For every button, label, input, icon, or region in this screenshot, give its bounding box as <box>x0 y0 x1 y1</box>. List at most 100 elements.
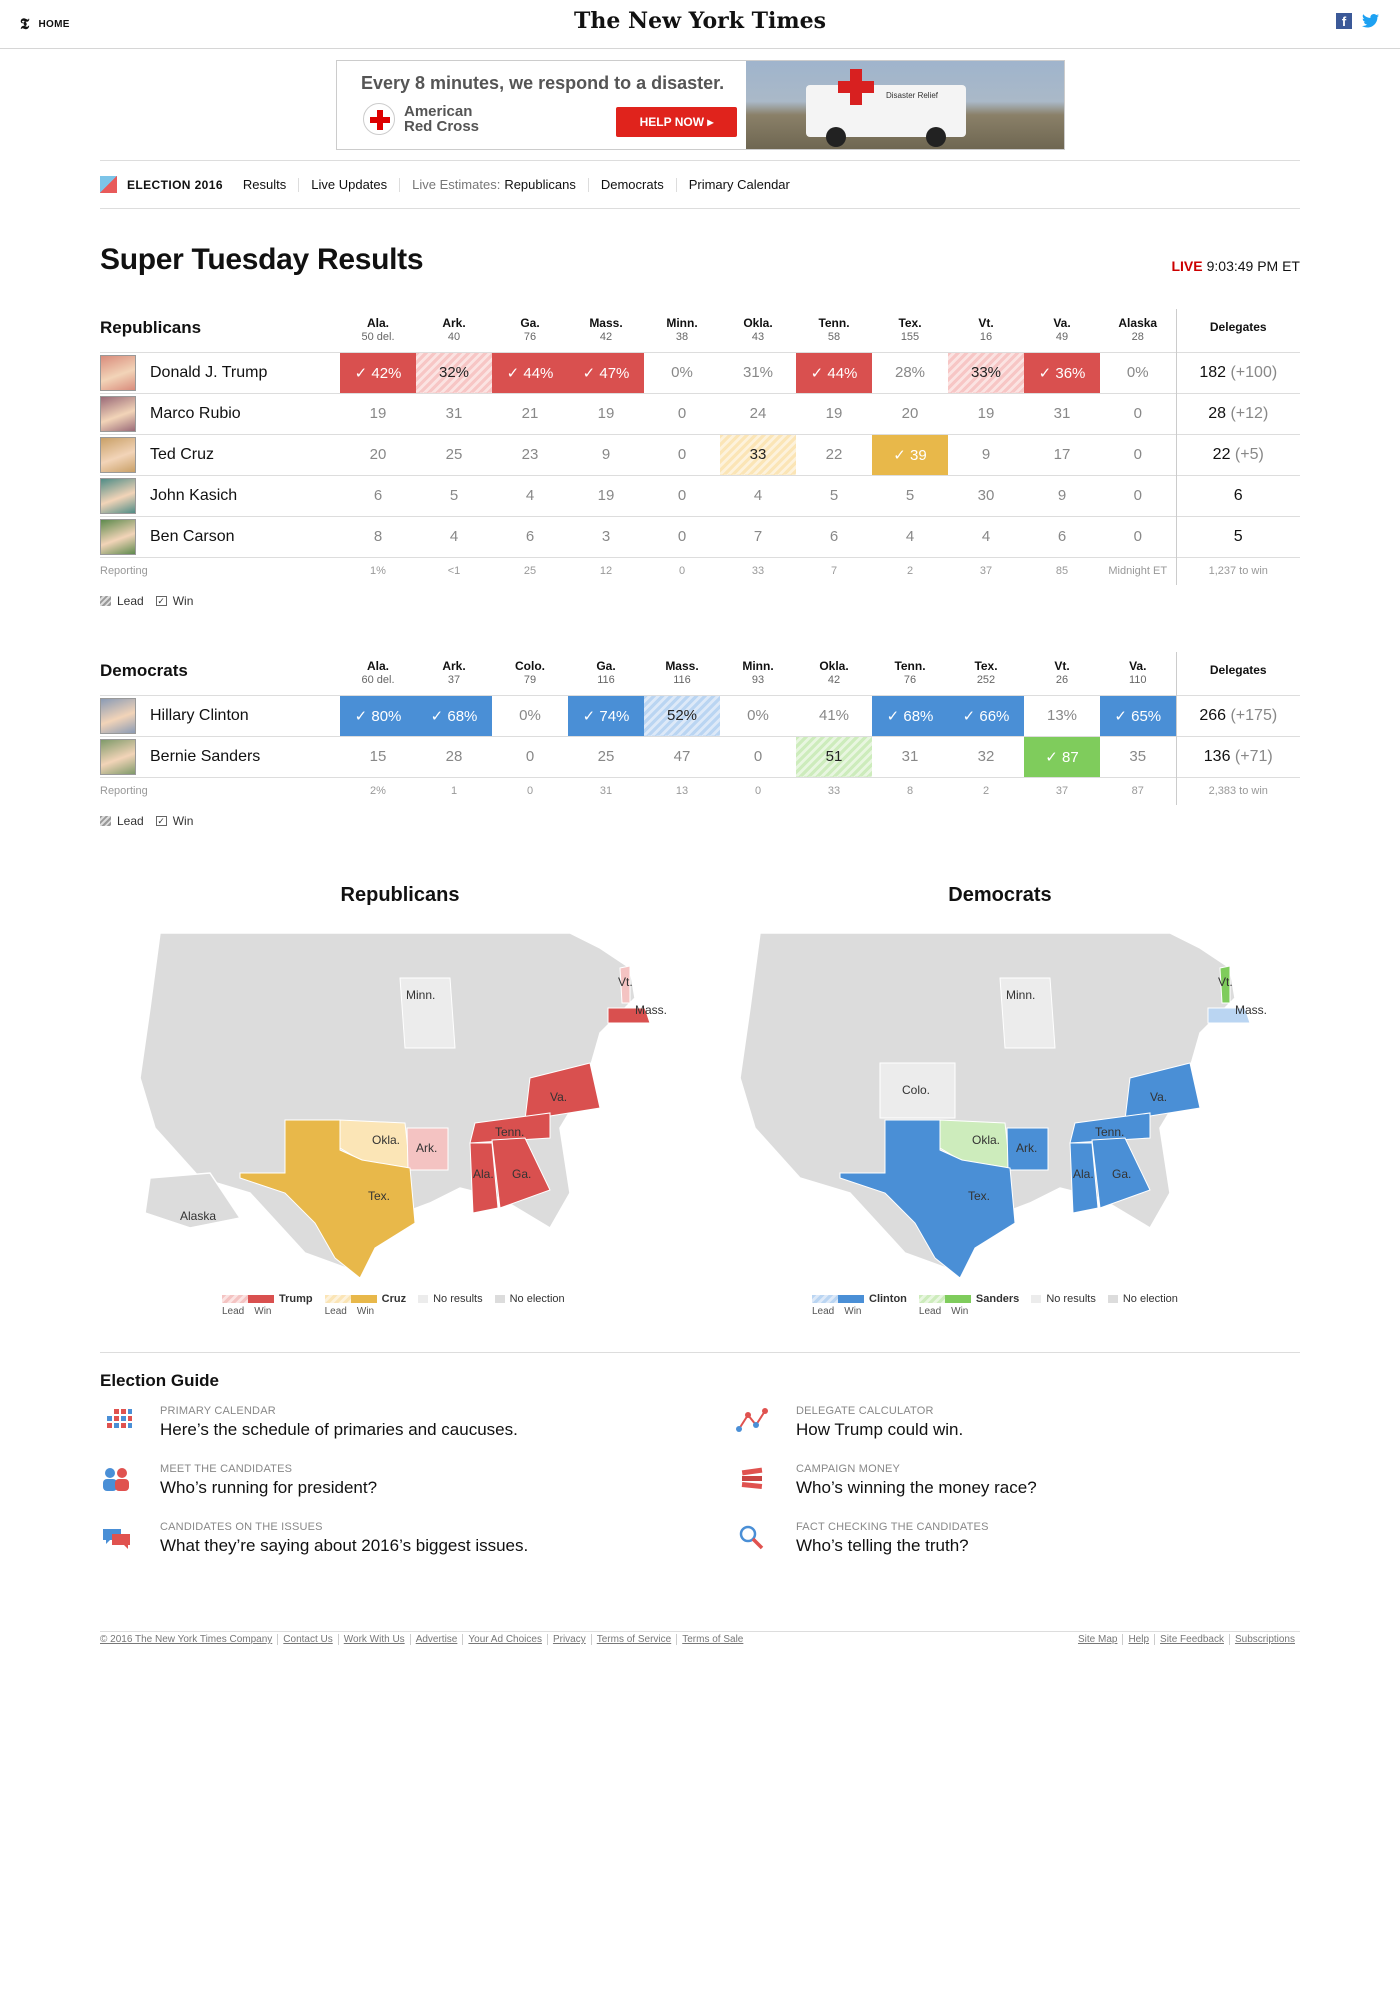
state-name: Tex. <box>974 659 998 674</box>
state-delegates: 26 <box>1055 674 1069 687</box>
footer-link[interactable]: © 2016 The New York Times Company <box>100 1634 277 1645</box>
cruz-legend-name: Cruz <box>381 1293 407 1305</box>
nav-live-updates[interactable]: Live Updates <box>298 177 399 192</box>
ad-photo: Disaster Relief <box>746 61 1064 149</box>
guide-campaign-money[interactable]: CAMPAIGN MONEY Who’s winning the money r… <box>736 1463 1296 1515</box>
state-column-header[interactable]: Tex. 252 <box>948 652 1024 695</box>
state-column-header[interactable]: Vt. 16 <box>948 309 1024 352</box>
state-column-header[interactable]: Alaska 28 <box>1100 309 1176 352</box>
state-delegates: 37 <box>447 674 461 687</box>
footer-link[interactable]: Work With Us <box>337 1634 410 1645</box>
delegates-header: Delegates <box>1175 652 1300 695</box>
guide-item-title[interactable]: Who’s telling the truth? <box>796 1536 969 1556</box>
reporting-value: 8 <box>872 776 948 805</box>
reporting-value: 2 <box>948 776 1024 805</box>
footer-link[interactable]: Terms of Service <box>590 1634 676 1645</box>
state-column-header[interactable]: Ark. 40 <box>416 309 492 352</box>
guide-fact-checking[interactable]: FACT CHECKING THE CANDIDATES Who’s telli… <box>736 1521 1296 1573</box>
red-cross-name-line2: Red Cross <box>404 118 480 135</box>
guide-primary-calendar[interactable]: PRIMARY CALENDAR Here’s the schedule of … <box>100 1405 660 1457</box>
state-column-header[interactable]: Va. 110 <box>1100 652 1176 695</box>
footer-link[interactable]: Site Feedback <box>1154 1634 1229 1645</box>
result-cell: 9 <box>948 433 1024 475</box>
state-column-header[interactable]: Colo. 79 <box>492 652 568 695</box>
guide-meet-candidates[interactable]: MEET THE CANDIDATES Who’s running for pr… <box>100 1463 660 1515</box>
guide-delegate-calculator[interactable]: DELEGATE CALCULATOR How Trump could win. <box>736 1405 1296 1457</box>
state-column-header[interactable]: Minn. 93 <box>720 652 796 695</box>
state-column-header[interactable]: Tenn. 58 <box>796 309 872 352</box>
guide-item-title[interactable]: What they’re saying about 2016’s biggest… <box>160 1536 528 1556</box>
reporting-value: 37 <box>1024 776 1100 805</box>
footer-link[interactable]: Your Ad Choices <box>462 1634 547 1645</box>
result-cell: 28 <box>416 735 492 777</box>
result-cell: 31 <box>872 735 948 777</box>
guide-item-title[interactable]: Who’s winning the money race? <box>796 1478 1037 1498</box>
dem-map-title: Democrats <box>948 884 1052 906</box>
footer-left-links: © 2016 The New York Times Company Contac… <box>100 1634 748 1645</box>
state-column-header[interactable]: Ga. 116 <box>568 652 644 695</box>
state-column-header[interactable]: Okla. 42 <box>796 652 872 695</box>
footer-link[interactable]: Terms of Sale <box>676 1634 748 1645</box>
delegate-count: 182 (+100) <box>1175 351 1300 393</box>
candidate-row: Ben Carson 8 4 6 3 0 7 6 4 4 6 0 5 <box>100 515 1300 557</box>
legend-lead: Lead <box>918 1306 942 1317</box>
state-delegates: 43 <box>751 331 765 344</box>
twitter-icon[interactable] <box>1362 13 1380 29</box>
nyt-logo[interactable]: The New York Times <box>0 8 1400 34</box>
speech-bubbles-icon <box>103 1529 130 1549</box>
guide-item-title[interactable]: Who’s running for president? <box>160 1478 377 1498</box>
nav-republicans[interactable]: Republicans <box>504 177 588 192</box>
footer-link[interactable]: Site Map <box>1078 1634 1122 1645</box>
election-brand[interactable]: ELECTION 2016 <box>127 178 223 192</box>
result-cell: 0 <box>1100 433 1176 475</box>
state-column-header[interactable]: Okla. 43 <box>720 309 796 352</box>
label-tenn: Tenn. <box>1095 1125 1124 1139</box>
state-column-header[interactable]: Ga. 76 <box>492 309 568 352</box>
table-header-row: Democrats Ala. 60 del. Ark. 37 Colo. 79 Ga. 116 M… <box>100 652 1300 695</box>
live-timestamp: LIVE 9:03:49 PM ET <box>1171 258 1300 274</box>
footer-link[interactable]: Contact Us <box>277 1634 337 1645</box>
result-cell: 5 <box>872 474 948 516</box>
candidate-name: John Kasich <box>150 486 238 504</box>
footer-link[interactable]: Privacy <box>546 1634 591 1645</box>
legend-lead: Lead <box>222 1306 245 1317</box>
footer-link[interactable]: Advertise <box>409 1634 463 1645</box>
republican-results-table: Republicans Ala. 50 del. Ark. 40 Ga. 76 Mass. 42… <box>100 309 1300 585</box>
state-delegates: 50 del. <box>361 331 395 344</box>
state-name: Mass. <box>589 316 623 331</box>
state-column-header[interactable]: Mass. 42 <box>568 309 644 352</box>
delegate-count: 6 <box>1175 474 1300 516</box>
red-cross-ad[interactable]: Every 8 minutes, we respond to a disaste… <box>336 60 1065 150</box>
footer-link[interactable]: Help <box>1122 1634 1154 1645</box>
state-column-header[interactable]: Mass. 116 <box>644 652 720 695</box>
reporting-value: 0 <box>644 556 720 585</box>
dem-map-legend: Clinton Lead Win Sanders Lead Win No resul… <box>812 1293 1186 1317</box>
guide-candidates-issues[interactable]: CANDIDATES ON THE ISSUES What they’re sa… <box>100 1521 660 1573</box>
facebook-icon[interactable]: f <box>1336 13 1352 29</box>
guide-item-title[interactable]: How Trump could win. <box>796 1420 963 1440</box>
state-column-header[interactable]: Va. 49 <box>1024 309 1100 352</box>
reporting-value: 13 <box>644 776 720 805</box>
result-cell: ✓ 44% <box>492 351 568 393</box>
state-column-header[interactable]: Minn. 38 <box>644 309 720 352</box>
label-vt: Vt. <box>1218 975 1233 989</box>
help-now-button[interactable]: HELP NOW ▸ <box>616 107 737 137</box>
state-column-header[interactable]: Vt. 26 <box>1024 652 1100 695</box>
footer-link[interactable]: Subscriptions <box>1228 1634 1300 1645</box>
label-minn: Minn. <box>406 988 435 1002</box>
rep-map-title: Republicans <box>340 884 460 906</box>
state-column-header[interactable]: Tenn. 76 <box>872 652 948 695</box>
no-election-swatch <box>1107 1295 1118 1303</box>
nav-results[interactable]: Results <box>243 177 298 192</box>
nav-primary-calendar[interactable]: Primary Calendar <box>675 177 802 192</box>
state-column-header[interactable]: Ala. 60 del. <box>340 652 416 695</box>
guide-item-title[interactable]: Here’s the schedule of primaries and cau… <box>160 1420 518 1440</box>
result-cell: 9 <box>1024 474 1100 516</box>
state-column-header[interactable]: Tex. 155 <box>872 309 948 352</box>
state-column-header[interactable]: Ala. 50 del. <box>340 309 416 352</box>
result-cell: 0 <box>1100 515 1176 557</box>
result-cell: 31 <box>1024 392 1100 434</box>
state-column-header[interactable]: Ark. 37 <box>416 652 492 695</box>
nav-democrats[interactable]: Democrats <box>587 177 676 192</box>
result-cell: 7 <box>720 515 796 557</box>
